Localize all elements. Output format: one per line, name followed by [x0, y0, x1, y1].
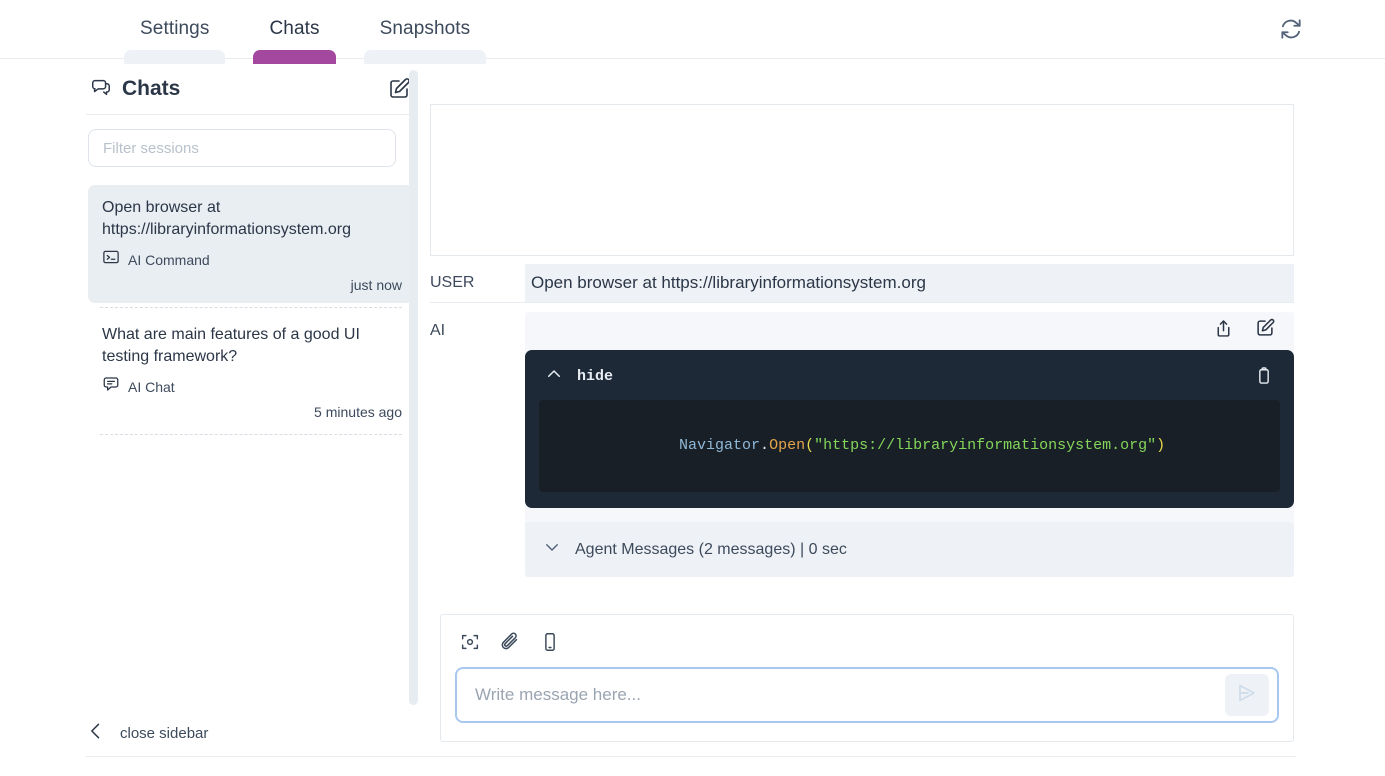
mobile-device-icon[interactable]	[537, 629, 563, 655]
share-icon[interactable]	[1210, 315, 1236, 341]
session-title: What are main features of a good UI test…	[102, 326, 360, 365]
chat-bubble-icon	[90, 76, 112, 103]
sidebar-title: Chats	[122, 77, 181, 100]
tab-chats-label: Chats	[269, 18, 320, 39]
tab-settings-label: Settings	[140, 18, 210, 39]
code-content: Navigator.Open("https://libraryinformati…	[539, 400, 1280, 492]
session-meta: AI Command	[102, 248, 402, 271]
chevron-up-icon	[545, 365, 563, 388]
app-root: Settings Chats Snapshots Chats Filter se…	[0, 0, 1385, 776]
tab-snapshots-label: Snapshots	[379, 18, 471, 39]
ai-message-container: hide Navigator.Open("https://libraryinfo…	[525, 312, 1294, 577]
top-tab-bar: Settings Chats Snapshots	[0, 0, 1385, 64]
clipboard-icon[interactable]	[1252, 364, 1276, 388]
message-body-ai: hide Navigator.Open("https://libraryinfo…	[525, 312, 1294, 577]
message-role-ai: AI	[430, 322, 446, 339]
scrollbar-thumb[interactable]	[409, 70, 418, 705]
session-meta: AI Chat	[102, 375, 402, 398]
send-button[interactable]	[1225, 674, 1269, 716]
code-token-close-paren: )	[1156, 437, 1166, 454]
conversation-scrollbar[interactable]	[409, 70, 418, 720]
code-token-string: "https://libraryinformationsystem.org"	[814, 437, 1157, 454]
sidebar-title-wrap: Chats	[90, 76, 180, 103]
code-block: hide Navigator.Open("https://libraryinfo…	[525, 350, 1294, 508]
message-input[interactable]	[473, 684, 1225, 706]
tab-settings[interactable]: Settings	[110, 0, 239, 64]
session-item-ai-chat[interactable]: What are main features of a good UI test…	[88, 312, 414, 430]
screenshot-icon[interactable]	[457, 629, 483, 655]
session-item-ai-command[interactable]: Open browser at https://libraryinformati…	[88, 185, 414, 303]
session-time: just now	[350, 277, 402, 293]
tab-snapshots[interactable]: Snapshots	[350, 0, 501, 64]
close-sidebar-label: close sidebar	[120, 725, 209, 742]
filter-sessions-input[interactable]	[88, 129, 396, 167]
bottom-divider	[86, 756, 1296, 757]
composer-toolbar	[455, 629, 1279, 667]
conversation-pane: USER Open browser at https://libraryinfo…	[430, 64, 1296, 744]
sidebar-header: Chats	[86, 64, 416, 115]
message-composer	[440, 614, 1294, 742]
session-kind-label: AI Chat	[128, 378, 175, 395]
terminal-icon	[102, 248, 120, 271]
code-token-dot: .	[760, 437, 770, 454]
session-kind-label: AI Command	[128, 251, 210, 268]
edit-square-icon[interactable]	[1252, 315, 1278, 341]
code-token-function: Open	[769, 437, 806, 454]
code-toggle-label: hide	[577, 367, 614, 385]
message-body-user: Open browser at https://libraryinformati…	[525, 264, 1294, 302]
code-toggle-button[interactable]: hide	[545, 365, 613, 388]
session-list: Open browser at https://libraryinformati…	[86, 185, 416, 435]
chevron-down-icon	[543, 538, 561, 561]
paperclip-icon[interactable]	[497, 629, 523, 655]
preview-panel	[430, 104, 1294, 256]
code-block-header: hide	[539, 362, 1280, 400]
session-divider	[100, 307, 402, 308]
composer-input-wrapper	[455, 667, 1279, 723]
session-title: Open browser at https://libraryinformati…	[102, 199, 351, 238]
chevron-left-icon	[86, 720, 106, 747]
message-row-ai: AI hide Navigator.Open("https://libraryi…	[430, 312, 1294, 577]
refresh-icon[interactable]	[1275, 13, 1307, 45]
ai-message-actions	[525, 312, 1294, 340]
close-sidebar-button[interactable]: close sidebar	[86, 720, 208, 747]
tab-snapshots-underline	[363, 50, 487, 64]
tab-list: Settings Chats Snapshots	[110, 0, 501, 64]
chats-sidebar: Chats Open browser at https://libraryinf…	[86, 64, 416, 714]
session-time: 5 minutes ago	[314, 404, 402, 420]
tab-chats-underline	[253, 50, 336, 64]
message-row-user: USER Open browser at https://libraryinfo…	[430, 264, 1294, 303]
code-token-object: Navigator	[679, 437, 761, 454]
send-icon	[1235, 681, 1259, 710]
speech-bubble-icon	[102, 375, 120, 398]
agent-messages-toggle[interactable]: Agent Messages (2 messages) | 0 sec	[525, 522, 1294, 577]
tab-chats[interactable]: Chats	[239, 0, 349, 64]
message-role-user: USER	[430, 274, 475, 291]
tab-settings-underline	[124, 50, 226, 64]
user-message-text: Open browser at https://libraryinformati…	[525, 264, 1294, 302]
agent-messages-label: Agent Messages (2 messages) | 0 sec	[575, 540, 847, 558]
session-divider	[100, 434, 402, 435]
code-token-open-paren: (	[805, 437, 815, 454]
